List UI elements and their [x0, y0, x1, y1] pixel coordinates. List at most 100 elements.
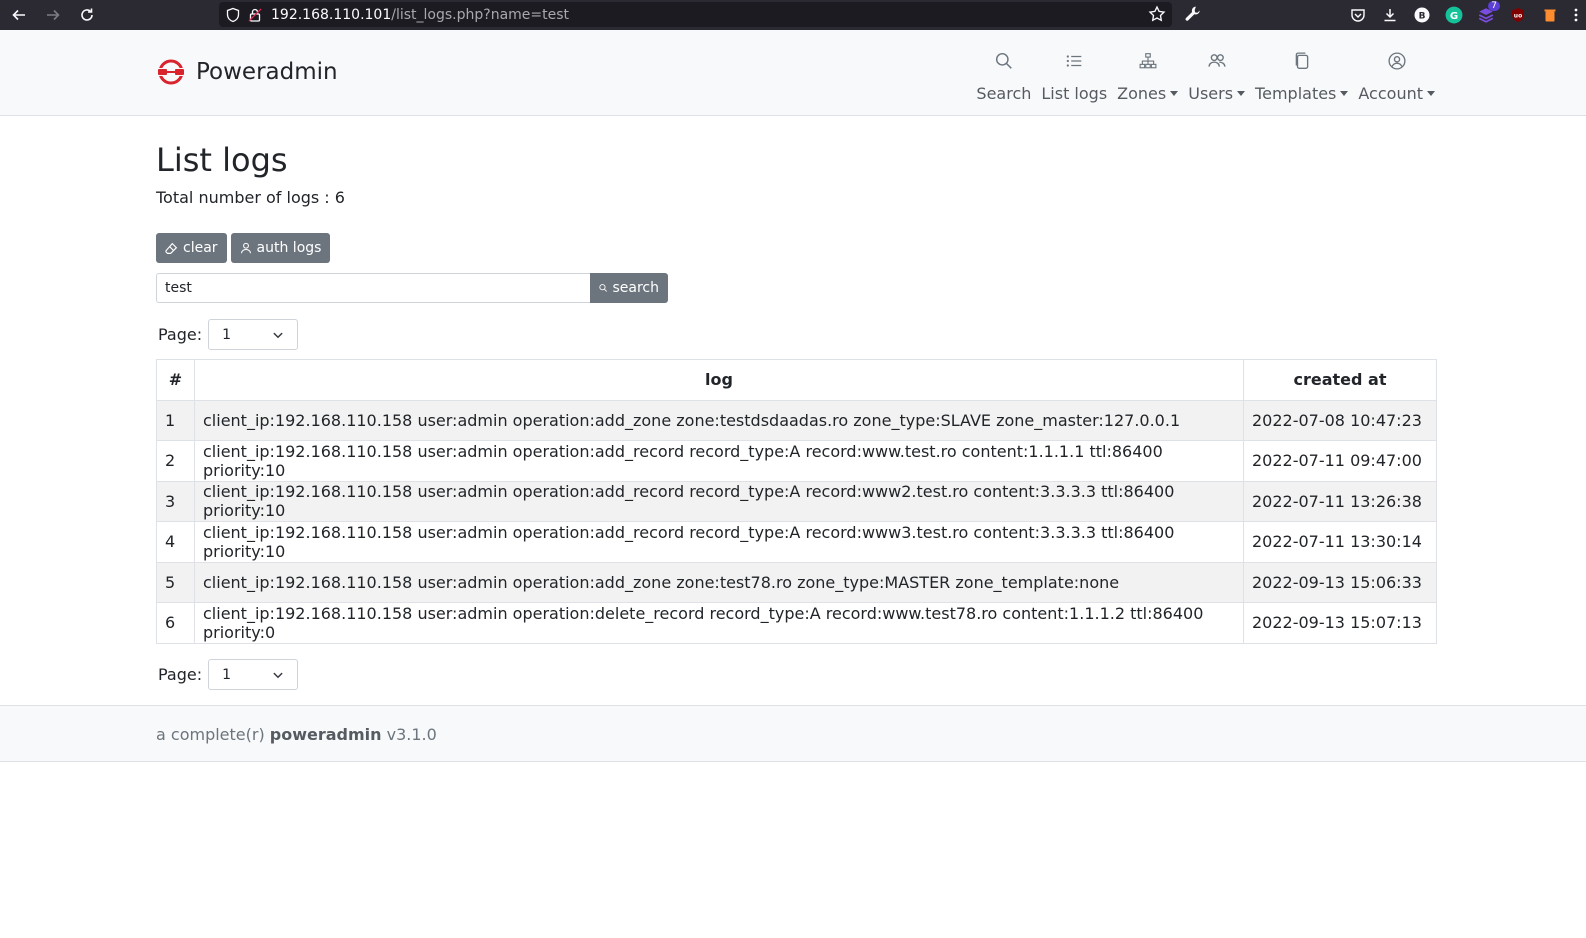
shield-icon[interactable] [225, 7, 241, 23]
row-log: client_ip:192.168.110.158 user:admin ope… [194, 521, 1244, 563]
trash-extension-icon[interactable] [1540, 5, 1560, 25]
row-created-at: 2022-07-11 09:47:00 [1243, 440, 1437, 482]
ublock-origin-icon[interactable]: uo [1508, 5, 1528, 25]
nav-account-label: Account [1358, 84, 1435, 103]
pocket-icon[interactable] [1348, 5, 1368, 25]
nav-zones-text: Zones [1117, 84, 1167, 103]
column-header-number: # [156, 359, 195, 401]
wrench-icon[interactable] [1184, 5, 1202, 23]
arrow-right-icon [47, 9, 60, 21]
browser-toolbar: 192.168.110.101/list_logs.php?name=test … [0, 0, 1586, 30]
eraser-icon [165, 242, 178, 254]
list-icon [1065, 48, 1083, 74]
url-text[interactable]: 192.168.110.101/list_logs.php?name=test [271, 7, 569, 23]
row-created-at: 2022-09-13 15:07:13 [1243, 602, 1437, 644]
auth-logs-button[interactable]: auth logs [230, 233, 331, 263]
nav-templates[interactable]: Templates [1254, 48, 1349, 103]
nav-search-label: Search [976, 84, 1032, 103]
lock-icon[interactable] [247, 7, 263, 23]
table-row: 1 client_ip:192.168.110.158 user:admin o… [156, 399, 1437, 441]
url-host: 192.168.110.101 [271, 6, 392, 23]
download-icon[interactable] [1380, 5, 1400, 25]
reload-button[interactable] [70, 0, 104, 30]
nav-account[interactable]: Account [1357, 48, 1436, 103]
caret-down-icon [1427, 91, 1435, 96]
svg-text:G: G [1450, 11, 1458, 22]
row-number: 5 [156, 561, 195, 603]
table-row: 3 client_ip:192.168.110.158 user:admin o… [156, 480, 1437, 522]
copy-icon [1293, 48, 1311, 74]
search-input[interactable] [156, 273, 590, 303]
row-log: client_ip:192.168.110.158 user:admin ope… [194, 399, 1244, 441]
row-created-at: 2022-07-08 10:47:23 [1243, 399, 1437, 441]
users-icon [1208, 48, 1226, 74]
nav-search[interactable]: Search [975, 48, 1032, 103]
b-extension-icon[interactable]: B [1412, 5, 1432, 25]
row-created-at: 2022-07-11 13:30:14 [1243, 521, 1437, 563]
nav-list-logs[interactable]: List logs [1040, 48, 1108, 103]
nav-list-logs-label: List logs [1041, 84, 1108, 103]
search-form: search [156, 273, 668, 303]
nav-users-text: Users [1188, 84, 1234, 103]
footer-app-name[interactable]: poweradmin [270, 725, 382, 744]
row-number: 3 [156, 480, 195, 522]
nav-zones[interactable]: Zones [1116, 48, 1179, 103]
address-bar[interactable]: 192.168.110.101/list_logs.php?name=test [219, 2, 1172, 27]
table-row: 2 client_ip:192.168.110.158 user:admin o… [156, 440, 1437, 482]
page-title: List logs [156, 141, 288, 179]
page-select-value: 1 [222, 326, 232, 343]
row-log: client_ip:192.168.110.158 user:admin ope… [194, 480, 1244, 522]
page-select-bottom[interactable]: 1 [208, 659, 299, 690]
grammarly-icon[interactable]: G [1444, 5, 1464, 25]
column-header-log: log [194, 359, 1244, 401]
footer: a complete(r) poweradmin v3.1.0 [0, 705, 1586, 762]
nav-users-label: Users [1188, 84, 1246, 103]
row-number: 2 [156, 440, 195, 482]
stack-extension-icon[interactable]: 7 [1476, 1, 1500, 25]
brand-link[interactable]: Poweradmin [156, 57, 338, 87]
extension-icons: B G 7 uo [1348, 0, 1580, 30]
table-header-row: # log created at [156, 359, 1437, 401]
url-path: /list_logs.php?name=test [391, 6, 570, 23]
chevron-down-icon [273, 332, 283, 338]
bookmark-star-icon[interactable] [1148, 5, 1166, 23]
auth-logs-button-label: auth logs [256, 240, 322, 256]
table-row: 4 client_ip:192.168.110.158 user:admin o… [156, 521, 1437, 563]
forward-button[interactable] [36, 0, 70, 30]
search-icon [995, 48, 1013, 74]
row-log: client_ip:192.168.110.158 user:admin ope… [194, 440, 1244, 482]
clear-button-label: clear [183, 240, 218, 256]
person-circle-icon [1388, 48, 1406, 74]
row-log: client_ip:192.168.110.158 user:admin ope… [194, 602, 1244, 644]
table-row: 6 client_ip:192.168.110.158 user:admin o… [156, 602, 1437, 644]
footer-prefix: a complete(r) [156, 725, 265, 744]
extension-badge: 7 [1488, 1, 1500, 11]
brand-name: Poweradmin [196, 59, 338, 85]
pager-bottom: Page: 1 [158, 659, 299, 690]
footer-text: a complete(r) poweradmin v3.1.0 [156, 725, 437, 744]
action-buttons: clear auth logs [156, 233, 331, 263]
nav-templates-label: Templates [1255, 84, 1349, 103]
pager-label: Page: [158, 665, 203, 684]
app-header: Poweradmin Search List logs Zones Users [0, 30, 1586, 116]
nav-templates-text: Templates [1255, 84, 1337, 103]
nav-users[interactable]: Users [1187, 48, 1246, 103]
row-created-at: 2022-07-11 13:26:38 [1243, 480, 1437, 522]
arrow-left-icon [12, 9, 25, 21]
row-log: client_ip:192.168.110.158 user:admin ope… [194, 561, 1244, 603]
row-number: 4 [156, 521, 195, 563]
clear-button[interactable]: clear [156, 233, 227, 263]
total-logs-count: Total number of logs : 6 [156, 188, 345, 207]
back-button[interactable] [2, 0, 36, 30]
person-icon [240, 242, 251, 254]
logs-table: # log created at 1 client_ip:192.168.110… [156, 359, 1437, 644]
svg-text:uo: uo [1514, 13, 1522, 20]
row-created-at: 2022-09-13 15:06:33 [1243, 561, 1437, 603]
nav-zones-label: Zones [1117, 84, 1179, 103]
footer-version: v3.1.0 [386, 725, 437, 744]
page-select-top[interactable]: 1 [208, 319, 299, 350]
search-button[interactable]: search [590, 273, 668, 303]
svg-text:B: B [1419, 12, 1426, 22]
overflow-menu-icon[interactable] [1572, 5, 1580, 25]
search-button-label: search [612, 280, 659, 296]
